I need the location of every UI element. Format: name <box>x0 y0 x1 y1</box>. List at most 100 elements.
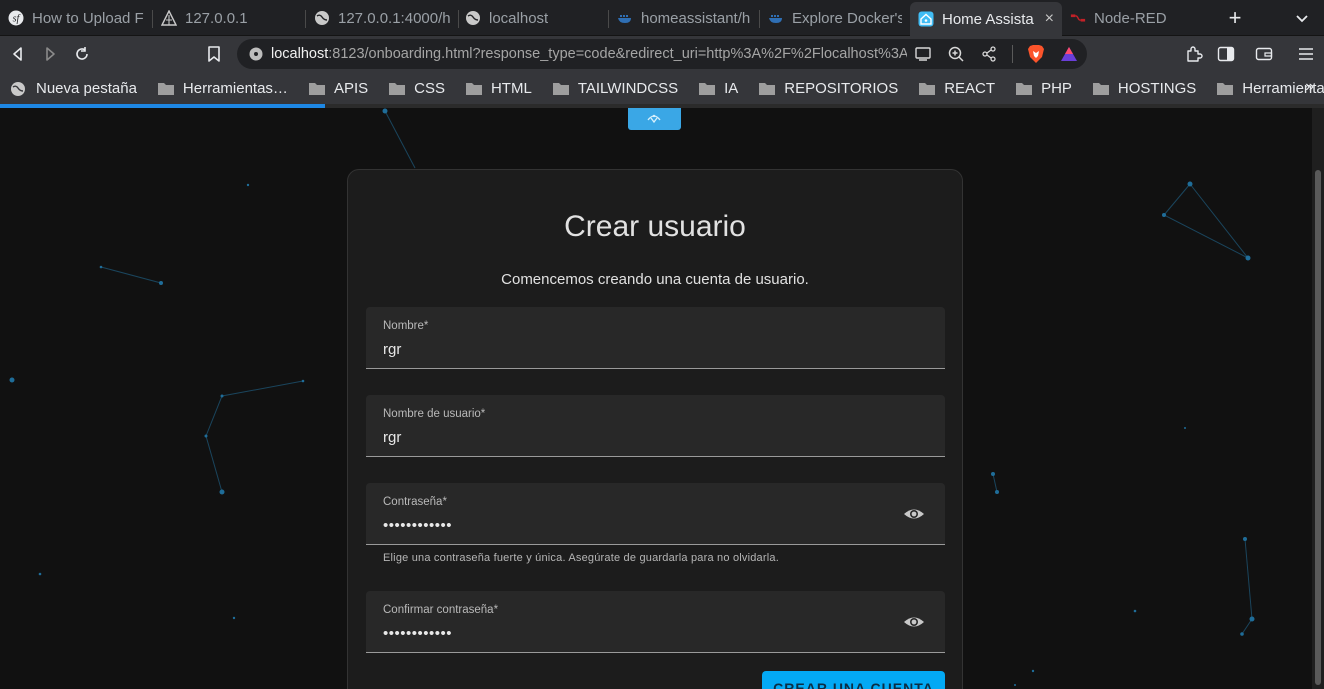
tab-homeassistant-docker[interactable]: homeassistant/h <box>609 4 759 32</box>
url-host: localhost <box>271 46 329 62</box>
address-bar-actions <box>907 44 1079 64</box>
sidebar-button[interactable] <box>1214 42 1238 66</box>
tab-label: Node-RED <box>1094 9 1167 27</box>
home-assistant-logo <box>628 108 681 130</box>
onboarding-page: Crear usuario Comencemos creando una cue… <box>0 108 1312 689</box>
confirm-password-field-label: Confirmar contraseña* <box>383 604 499 616</box>
symfony-icon: sf <box>8 10 24 26</box>
name-field[interactable]: Nombre* <box>366 307 945 369</box>
tab-label: 127.0.0.1:4000/ha <box>338 9 450 27</box>
show-password-eye-icon[interactable] <box>903 503 925 525</box>
menu-button[interactable] <box>1294 42 1318 66</box>
folder-icon <box>698 81 716 96</box>
tab-127[interactable]: 127.0.0.1 <box>153 4 305 32</box>
divider <box>1012 45 1013 63</box>
confirm-password-field[interactable]: Confirmar contraseña* <box>366 591 945 653</box>
bookmarks-overflow-button[interactable]: » <box>1305 78 1314 96</box>
bookmark-folder-apis[interactable]: APIS <box>298 74 378 102</box>
address-bar[interactable]: localhost:8123/onboarding.html?response_… <box>237 39 1087 69</box>
page-scrollbar[interactable] <box>1312 108 1324 689</box>
username-field-label: Nombre de usuario* <box>383 408 486 420</box>
brave-shields-icon[interactable] <box>1026 44 1046 64</box>
folder-icon <box>918 81 936 96</box>
arrow-left-icon <box>13 47 22 61</box>
wallet-button[interactable] <box>1252 42 1276 66</box>
new-tab-button[interactable]: + <box>1222 6 1248 32</box>
reload-icon <box>76 47 88 60</box>
bookmark-folder-html[interactable]: HTML <box>455 74 542 102</box>
bookmark-button[interactable] <box>202 42 226 66</box>
password-helper-text: Elige una contraseña fuerte y única. Ase… <box>383 552 779 564</box>
globe-icon <box>465 10 481 26</box>
extensions-button[interactable] <box>1182 42 1206 66</box>
folder-icon <box>388 81 406 96</box>
tab-list-chevron-icon[interactable] <box>1292 8 1312 28</box>
bookmark-icon <box>208 46 220 62</box>
username-input[interactable] <box>383 426 863 448</box>
reload-button[interactable] <box>70 42 94 66</box>
bookmark-label: CSS <box>414 79 445 97</box>
bookmark-folder-css[interactable]: CSS <box>378 74 455 102</box>
show-confirm-password-eye-icon[interactable] <box>903 611 925 633</box>
browser-toolbar: localhost:8123/onboarding.html?response_… <box>0 36 1324 72</box>
bookmark-folder-hostings[interactable]: HOSTINGS <box>1082 74 1206 102</box>
zoom-icon[interactable] <box>946 44 966 64</box>
tab-strip: sf How to Upload Fi 127.0.0.1 127.0.0.1:… <box>0 0 1324 36</box>
card-subtitle: Comencemos creando una cuenta de usuario… <box>501 271 809 288</box>
node-red-icon <box>1070 10 1086 26</box>
tab-localhost[interactable]: localhost <box>457 4 607 32</box>
home-assistant-icon <box>918 11 934 27</box>
bookmark-label: REACT <box>944 79 996 97</box>
globe-icon <box>10 81 28 96</box>
bookmark-label: APIS <box>333 79 369 97</box>
tab-home-assistant[interactable]: Home Assista × <box>910 2 1062 36</box>
password-input[interactable] <box>383 514 863 536</box>
card-title: Crear usuario <box>564 210 746 243</box>
tab-label: 127.0.0.1 <box>185 9 248 27</box>
tab-label: Home Assista <box>942 10 1034 28</box>
cast-icon[interactable] <box>913 44 933 64</box>
globe-icon <box>314 10 330 26</box>
username-field[interactable]: Nombre de usuario* <box>366 395 945 457</box>
forward-button[interactable] <box>38 42 62 66</box>
create-account-button[interactable]: CREAR UNA CUENTA <box>762 671 945 689</box>
create-user-card: Crear usuario Comencemos creando una cue… <box>347 169 963 689</box>
tab-label: localhost <box>489 9 549 27</box>
tab-explore-docker[interactable]: Explore Docker's <box>760 4 910 32</box>
bookmark-folder-react[interactable]: REACT <box>908 74 1005 102</box>
share-icon[interactable] <box>979 44 999 64</box>
site-info-icon[interactable] <box>249 47 263 61</box>
bookmark-label: PHP <box>1041 79 1072 97</box>
docker-icon <box>617 10 633 26</box>
tab-how-to-upload[interactable]: sf How to Upload Fi <box>0 4 152 32</box>
bookmark-label: TAILWINDCSS <box>577 79 679 97</box>
docker-icon <box>768 10 784 26</box>
tab-node-red[interactable]: Node-RED <box>1062 4 1212 32</box>
tab-127-4000[interactable]: 127.0.0.1:4000/ha <box>306 4 458 32</box>
close-tab-icon[interactable]: × <box>1045 10 1054 28</box>
folder-icon <box>465 81 483 96</box>
folder-icon <box>1092 81 1110 96</box>
bookmark-label: REPOSITORIOS <box>784 79 899 97</box>
folder-icon <box>552 81 570 96</box>
bookmark-label: Nueva pestaña <box>36 79 137 97</box>
scrollbar-thumb[interactable] <box>1315 170 1321 685</box>
tab-label: homeassistant/h <box>641 9 751 27</box>
tab-label: Explore Docker's <box>792 9 902 27</box>
bookmark-folder-tailwindcss[interactable]: TAILWINDCSS <box>542 74 688 102</box>
bookmark-label: IA <box>724 79 739 97</box>
confirm-password-input[interactable] <box>383 622 863 644</box>
password-field[interactable]: Contraseña* <box>366 483 945 545</box>
brave-rewards-icon[interactable] <box>1059 44 1079 64</box>
bookmark-folder-repositorios[interactable]: REPOSITORIOS <box>748 74 908 102</box>
bookmark-folder-php[interactable]: PHP <box>1005 74 1082 102</box>
back-button[interactable] <box>6 42 30 66</box>
name-input[interactable] <box>383 338 863 360</box>
bookmark-label: HTML <box>490 79 532 97</box>
bookmark-folder-herramientas[interactable]: Herramientas… <box>147 74 298 102</box>
folder-icon <box>1216 81 1234 96</box>
bookmark-folder-ia[interactable]: IA <box>688 74 748 102</box>
bookmark-label: Herramientas… <box>182 79 288 97</box>
bookmark-nueva-pestana[interactable]: Nueva pestaña <box>0 74 147 102</box>
folder-icon <box>308 81 326 96</box>
